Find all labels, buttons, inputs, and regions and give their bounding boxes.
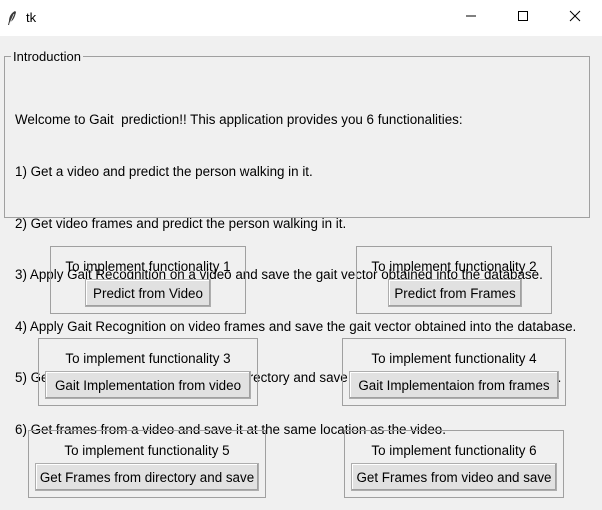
title-bar: tk [0, 0, 602, 36]
intro-line: Welcome to Gait prediction!! This applic… [15, 112, 463, 128]
intro-line: 1) Get a video and predict the person wa… [15, 164, 313, 180]
functionality-1-label: To implement functionality 1 [65, 259, 231, 274]
gait-implementation-from-frames-button[interactable]: Gait Implementaion from frames [349, 371, 559, 399]
functionality-2-label: To implement functionality 2 [371, 259, 537, 274]
get-frames-from-video-button[interactable]: Get Frames from video and save [351, 463, 557, 491]
functionality-3-label: To implement functionality 3 [65, 351, 231, 366]
close-button[interactable] [552, 0, 598, 36]
introduction-frame: Introduction Welcome to Gait prediction!… [4, 49, 590, 437]
functionality-6-label: To implement functionality 6 [371, 443, 537, 458]
functionality-1-frame: To implement functionality 1 Predict fro… [50, 246, 246, 314]
gait-implementation-from-video-button[interactable]: Gait Implementation from video [45, 371, 251, 399]
functionality-3-frame: To implement functionality 3 Gait Implem… [38, 338, 258, 406]
functionality-4-frame: To implement functionality 4 Gait Implem… [342, 338, 566, 406]
functionality-2-frame: To implement functionality 2 Predict fro… [356, 246, 552, 314]
maximize-button[interactable] [500, 0, 546, 36]
window-title: tk [26, 10, 37, 25]
feather-icon [6, 10, 18, 26]
functionality-5-label: To implement functionality 5 [64, 443, 230, 458]
functionality-4-label: To implement functionality 4 [371, 351, 537, 366]
minimize-button[interactable] [448, 0, 494, 36]
close-icon [569, 9, 581, 27]
intro-line: 2) Get video frames and predict the pers… [15, 215, 347, 231]
maximize-icon [517, 9, 529, 27]
functionality-5-frame: To implement functionality 5 Get Frames … [28, 430, 266, 498]
get-frames-from-directory-button[interactable]: Get Frames from directory and save [35, 463, 259, 491]
intro-line: 4) Apply Gait Recognition on video frame… [15, 318, 577, 334]
introduction-frame-label: Introduction [11, 49, 83, 64]
predict-from-frames-button[interactable]: Predict from Frames [388, 279, 522, 307]
minimize-icon [465, 9, 477, 27]
predict-from-video-button[interactable]: Predict from Video [85, 279, 211, 307]
functionality-6-frame: To implement functionality 6 Get Frames … [344, 430, 564, 498]
